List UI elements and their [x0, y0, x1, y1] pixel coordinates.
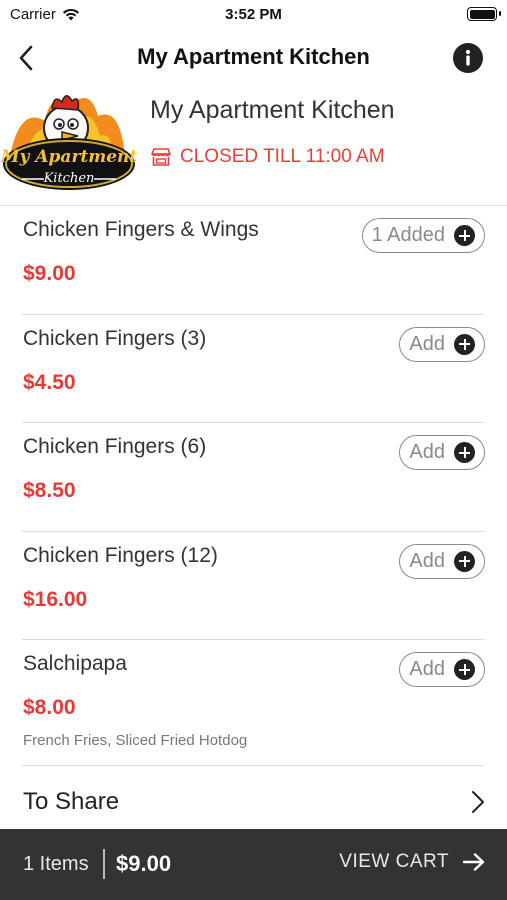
cart-item-count: 1 Items	[23, 853, 89, 875]
menu-item[interactable]: Chicken Fingers (3) $4.50 Add	[22, 315, 485, 423]
page-title: My Apartment Kitchen	[137, 44, 370, 69]
add-button[interactable]: Add	[399, 435, 485, 470]
item-name: Chicken Fingers (12)	[23, 543, 218, 567]
item-price: $8.00	[23, 696, 76, 719]
item-price: $9.00	[23, 262, 76, 285]
section-to-share[interactable]: To Share	[22, 766, 485, 832]
menu-item[interactable]: Chicken Fingers & Wings $9.00 1 Added	[22, 206, 485, 315]
menu-item[interactable]: Salchipapa $8.00 French Fries, Sliced Fr…	[22, 640, 485, 766]
logo-text-line1: My Apartment	[0, 147, 137, 167]
plus-circle-icon	[454, 659, 475, 680]
add-button-label: Add	[409, 332, 445, 355]
menu-list: Chicken Fingers & Wings $9.00 1 Added Ch…	[0, 206, 507, 832]
status-label: CLOSED TILL 11:00 AM	[180, 146, 385, 167]
restaurant-header: My Apartment Kitchen My Apartment Kitche…	[0, 86, 507, 206]
view-cart-button[interactable]: VIEW CART	[339, 851, 485, 873]
add-button-label: Add	[409, 441, 445, 463]
store-icon	[151, 148, 171, 166]
arrow-right-icon	[463, 853, 485, 871]
navigation-bar: My Apartment Kitchen	[0, 30, 507, 86]
restaurant-logo: My Apartment Kitchen	[0, 86, 138, 194]
item-name: Chicken Fingers (6)	[23, 435, 207, 458]
add-button[interactable]: Add	[399, 652, 485, 687]
logo-text-line2: Kitchen	[43, 171, 95, 186]
info-button[interactable]	[453, 43, 483, 73]
cart-bar[interactable]: 1 Items $9.00 VIEW CART	[0, 829, 507, 900]
add-button-label: Add	[409, 658, 445, 680]
plus-circle-icon	[454, 442, 475, 463]
add-button-label: Add	[409, 549, 445, 572]
battery-icon	[467, 7, 501, 21]
cart-divider	[103, 849, 105, 879]
section-title: To Share	[23, 788, 120, 815]
item-name: Chicken Fingers & Wings	[23, 218, 259, 241]
cart-total: $9.00	[116, 851, 172, 876]
menu-item[interactable]: Chicken Fingers (12) $16.00 Add	[22, 532, 485, 640]
status-time: 3:52 PM	[225, 6, 282, 23]
plus-circle-icon	[454, 333, 475, 355]
plus-circle-icon	[454, 225, 475, 246]
view-cart-label: VIEW CART	[339, 851, 449, 872]
restaurant-name: My Apartment Kitchen	[150, 96, 395, 124]
add-button-label: 1 Added	[371, 224, 445, 246]
item-price: $16.00	[23, 587, 88, 611]
item-price: $8.50	[23, 479, 76, 502]
menu-item[interactable]: Chicken Fingers (6) $8.50 Add	[22, 423, 485, 532]
status-bar: Carrier 3:52 PM	[0, 0, 507, 30]
item-description: French Fries, Sliced Fried Hotdog	[23, 732, 248, 749]
chevron-right-icon	[472, 791, 484, 813]
add-button[interactable]: Add	[399, 326, 485, 362]
item-name: Chicken Fingers (3)	[23, 326, 207, 350]
plus-circle-icon	[454, 550, 475, 572]
add-button[interactable]: Add	[399, 543, 485, 579]
add-button[interactable]: 1 Added	[361, 218, 485, 253]
restaurant-status: CLOSED TILL 11:00 AM	[150, 146, 385, 168]
item-name: Salchipapa	[23, 652, 127, 675]
item-price: $4.50	[23, 370, 76, 394]
info-icon	[465, 49, 471, 66]
